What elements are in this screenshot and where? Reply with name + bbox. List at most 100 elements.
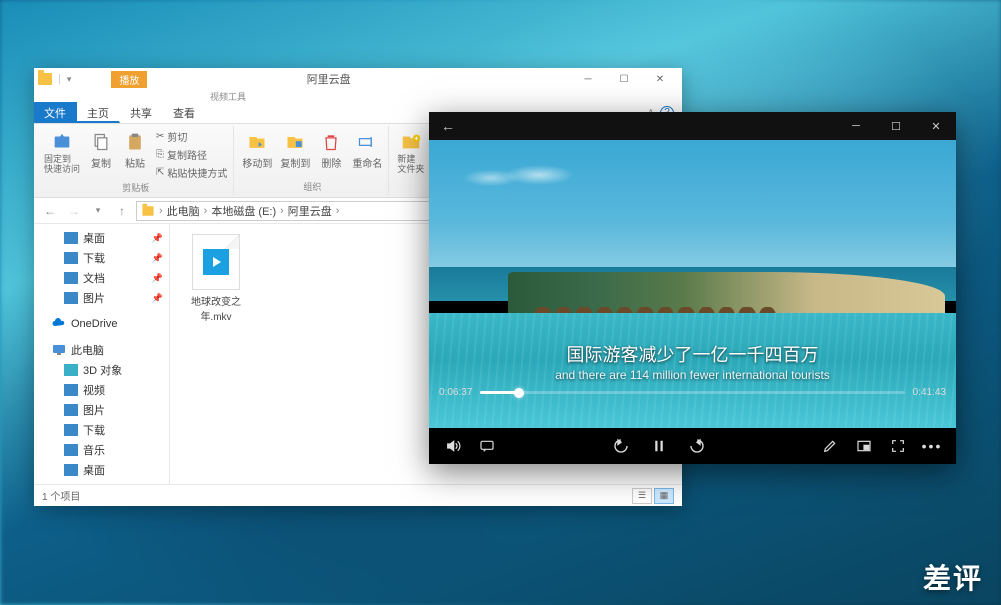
new-folder-button[interactable]: 新建 文件夹 xyxy=(395,128,426,177)
close-button[interactable]: ✕ xyxy=(916,112,956,140)
nav-music[interactable]: 音乐 xyxy=(34,440,169,460)
pin-icon xyxy=(51,131,73,153)
pin-quick-access-button[interactable]: 固定到 快速访问 xyxy=(42,128,82,177)
watermark: 差评 xyxy=(923,557,983,597)
chevron-down-icon[interactable]: ▾ xyxy=(67,74,72,85)
nav-forward-button[interactable]: → xyxy=(64,201,84,221)
ribbon-context-label: 视频工具 xyxy=(210,90,246,102)
copy-button[interactable]: 复制 xyxy=(86,128,116,172)
document-icon xyxy=(64,272,78,284)
icons-view-button[interactable]: ▦ xyxy=(654,488,674,504)
new-folder-icon xyxy=(400,131,422,153)
cube-icon xyxy=(64,364,78,376)
video-viewport[interactable]: 国际游客减少了一亿一千四百万 and there are 114 million… xyxy=(429,140,956,428)
subtitle-main: 国际游客减少了一亿一千四百万 xyxy=(429,341,956,367)
nav-3d-objects[interactable]: 3D 对象 xyxy=(34,360,169,380)
rewind-icon xyxy=(612,437,630,455)
explorer-titlebar[interactable]: | ▾ 播放 阿里云盘 ─ ☐ ✕ xyxy=(34,68,682,90)
back-button[interactable]: ← xyxy=(435,118,461,134)
fullscreen-button[interactable] xyxy=(884,432,912,460)
video-file-icon xyxy=(192,234,240,290)
seek-row: 0:06:37 0:41:43 xyxy=(439,387,946,398)
edit-button[interactable] xyxy=(816,432,844,460)
more-button[interactable]: ••• xyxy=(918,432,946,460)
pencil-icon xyxy=(822,438,838,454)
details-view-button[interactable]: ☰ xyxy=(632,488,652,504)
move-icon xyxy=(247,132,267,152)
cloud-icon xyxy=(52,318,66,330)
video-player-window: ← ─ ☐ ✕ 国际游客减少了一亿一千四百万 and there are 114… xyxy=(429,112,956,464)
player-titlebar[interactable]: ← ─ ☐ ✕ xyxy=(429,112,956,140)
move-to-button[interactable]: 移动到 xyxy=(240,128,274,172)
pin-icon: 📌 xyxy=(152,293,163,304)
nav-onedrive[interactable]: OneDrive xyxy=(34,316,169,332)
subtitle-secondary: and there are 114 million fewer internat… xyxy=(429,368,956,382)
folder-icon xyxy=(38,73,52,85)
nav-desktop[interactable]: 桌面📌 xyxy=(34,228,169,248)
video-frame xyxy=(429,140,956,428)
nav-downloads2[interactable]: 下载 xyxy=(34,420,169,440)
nav-pictures2[interactable]: 图片 xyxy=(34,400,169,420)
rewind-button[interactable] xyxy=(607,432,635,460)
pause-icon xyxy=(650,437,668,455)
nav-documents[interactable]: 文档📌 xyxy=(34,268,169,288)
pin-icon: 📌 xyxy=(152,273,163,284)
nav-history-button[interactable]: ▾ xyxy=(88,201,108,221)
paste-label: 粘贴 xyxy=(125,155,145,170)
copy-path-button[interactable]: ⎘复制路径 xyxy=(154,146,229,163)
cut-button[interactable]: ✂剪切 xyxy=(154,128,229,145)
breadcrumb-seg[interactable]: 阿里云盘 xyxy=(288,203,340,219)
maximize-button[interactable]: ☐ xyxy=(876,112,916,140)
mini-view-button[interactable] xyxy=(850,432,878,460)
tab-file[interactable]: 文件 xyxy=(34,102,77,123)
rename-button[interactable]: 重命名 xyxy=(350,128,384,172)
seek-bar[interactable] xyxy=(480,391,904,394)
tab-share[interactable]: 共享 xyxy=(120,102,163,123)
nav-up-button[interactable]: ↑ xyxy=(112,201,132,221)
copy-label: 复制 xyxy=(91,155,111,170)
breadcrumb-seg[interactable]: 此电脑 xyxy=(167,203,208,219)
paste-icon xyxy=(125,132,145,152)
status-bar: 1 个项目 ☰ ▦ xyxy=(34,484,682,506)
minimize-button[interactable]: ─ xyxy=(836,112,876,140)
forward-button[interactable] xyxy=(683,432,711,460)
tab-view[interactable]: 查看 xyxy=(163,102,206,123)
player-controls: ••• xyxy=(429,428,956,464)
nav-this-pc[interactable]: 此电脑 xyxy=(34,340,169,360)
seek-thumb[interactable] xyxy=(514,388,524,398)
time-total: 0:41:43 xyxy=(913,387,946,398)
path-icon: ⎘ xyxy=(156,149,164,160)
picture-icon xyxy=(64,292,78,304)
nav-local-c[interactable]: 本地磁盘 (C:) xyxy=(34,480,169,484)
nav-downloads[interactable]: 下载📌 xyxy=(34,248,169,268)
nav-pane[interactable]: 桌面📌 下载📌 文档📌 图片📌 OneDrive 此电脑 3D 对象 视频 图片… xyxy=(34,224,170,484)
clipboard-group-label: 剪贴板 xyxy=(122,181,149,194)
tab-home[interactable]: 主页 xyxy=(77,102,120,123)
picture-icon xyxy=(64,404,78,416)
breadcrumb-seg[interactable]: 本地磁盘 (E:) xyxy=(211,203,283,219)
scissors-icon: ✂ xyxy=(156,131,164,142)
paste-button[interactable]: 粘贴 xyxy=(120,128,150,172)
nav-back-button[interactable]: ← xyxy=(40,201,60,221)
desktop-icon xyxy=(64,464,78,476)
time-current: 0:06:37 xyxy=(439,387,472,398)
delete-button[interactable]: 删除 xyxy=(316,128,346,172)
delete-icon xyxy=(321,132,341,152)
paste-shortcut-button[interactable]: ⇱粘贴快捷方式 xyxy=(154,164,229,181)
item-count: 1 个项目 xyxy=(42,488,80,503)
file-name-label: 地球改变之年.mkv xyxy=(180,293,252,323)
subtitle-button[interactable] xyxy=(473,432,501,460)
close-button[interactable]: ✕ xyxy=(642,68,678,90)
pc-icon xyxy=(52,344,66,356)
nav-pictures[interactable]: 图片📌 xyxy=(34,288,169,308)
fullscreen-icon xyxy=(890,438,906,454)
nav-videos[interactable]: 视频 xyxy=(34,380,169,400)
download-icon xyxy=(64,252,78,264)
nav-desktop2[interactable]: 桌面 xyxy=(34,460,169,480)
play-pause-button[interactable] xyxy=(645,432,673,460)
copy-to-button[interactable]: 复制到 xyxy=(278,128,312,172)
volume-button[interactable] xyxy=(439,432,467,460)
file-item[interactable]: 地球改变之年.mkv xyxy=(180,234,252,323)
minimize-button[interactable]: ─ xyxy=(570,68,606,90)
maximize-button[interactable]: ☐ xyxy=(606,68,642,90)
